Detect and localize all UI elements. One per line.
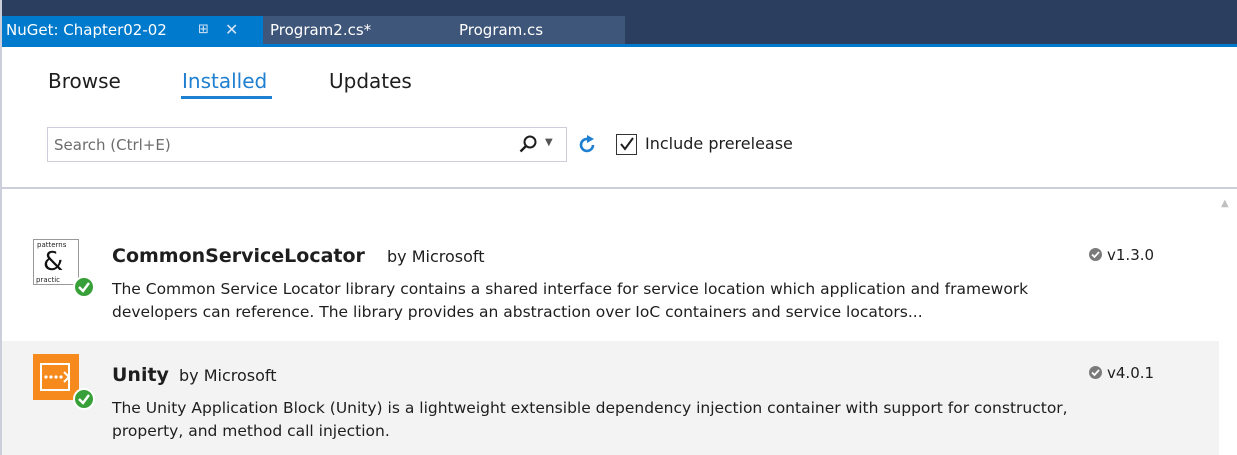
icon-text-bottom: practic: [36, 276, 60, 284]
package-author: by Microsoft: [179, 366, 277, 385]
document-tab-strip: NuGet: Chapter02-02 ⊞ ✕ Program2.cs* Pro…: [0, 0, 1237, 44]
icon-text-amp: &: [43, 247, 64, 277]
unity-icon: [33, 354, 79, 400]
tab-installed[interactable]: Installed: [182, 68, 267, 94]
tab-label: NuGet: Chapter02-02: [6, 21, 167, 39]
selected-tab-underline: [181, 96, 272, 99]
tab-program-cs[interactable]: Program.cs: [443, 16, 625, 44]
package-name: Unity: [112, 364, 169, 386]
package-name: CommonServiceLocator: [112, 245, 365, 267]
package-version-label: v4.0.1: [1107, 364, 1155, 382]
chevron-down-icon[interactable]: ▼: [545, 137, 553, 148]
include-prerelease-label[interactable]: Include prerelease: [645, 133, 793, 155]
tab-nuget-chapter02-02[interactable]: NuGet: Chapter02-02 ⊞ ✕: [0, 16, 263, 44]
version-installed-icon: [1089, 248, 1102, 261]
patterns-practices-icon: patterns & practic: [33, 239, 79, 285]
search-icon[interactable]: [518, 134, 538, 154]
list-separator: [0, 187, 1237, 189]
pin-icon[interactable]: ⊞: [198, 16, 209, 44]
close-icon[interactable]: ✕: [225, 16, 238, 44]
search-box: ▼: [47, 127, 567, 162]
tab-updates[interactable]: Updates: [329, 68, 412, 94]
package-version: v1.3.0: [1089, 245, 1154, 265]
search-input[interactable]: [54, 128, 494, 161]
installed-check-icon: [73, 388, 95, 410]
package-description: The Unity Application Block (Unity) is a…: [112, 399, 1068, 440]
scroll-up-arrow-icon[interactable]: ▲: [1221, 198, 1229, 209]
refresh-icon[interactable]: [576, 134, 598, 156]
tab-browse[interactable]: Browse: [48, 68, 121, 94]
tab-label: Program.cs: [459, 21, 544, 39]
active-tab-accent-bar: [0, 44, 1237, 47]
tab-label: Program2.cs*: [270, 21, 372, 39]
package-row-unity[interactable]: Unity by Microsoft The Unity Application…: [2, 341, 1219, 455]
tab-program2-cs[interactable]: Program2.cs*: [263, 16, 443, 44]
package-description: The Common Service Locator library conta…: [112, 280, 1029, 321]
package-version-label: v1.3.0: [1107, 246, 1155, 264]
version-installed-icon: [1089, 366, 1102, 379]
package-version: v4.0.1: [1089, 363, 1154, 383]
include-prerelease-checkbox[interactable]: [616, 134, 637, 155]
package-row-commonservicelocator[interactable]: patterns & practic CommonServiceLocator …: [2, 226, 1219, 341]
package-author: by Microsoft: [387, 247, 485, 266]
checkmark-icon: [620, 137, 634, 151]
installed-check-icon: [73, 276, 95, 298]
